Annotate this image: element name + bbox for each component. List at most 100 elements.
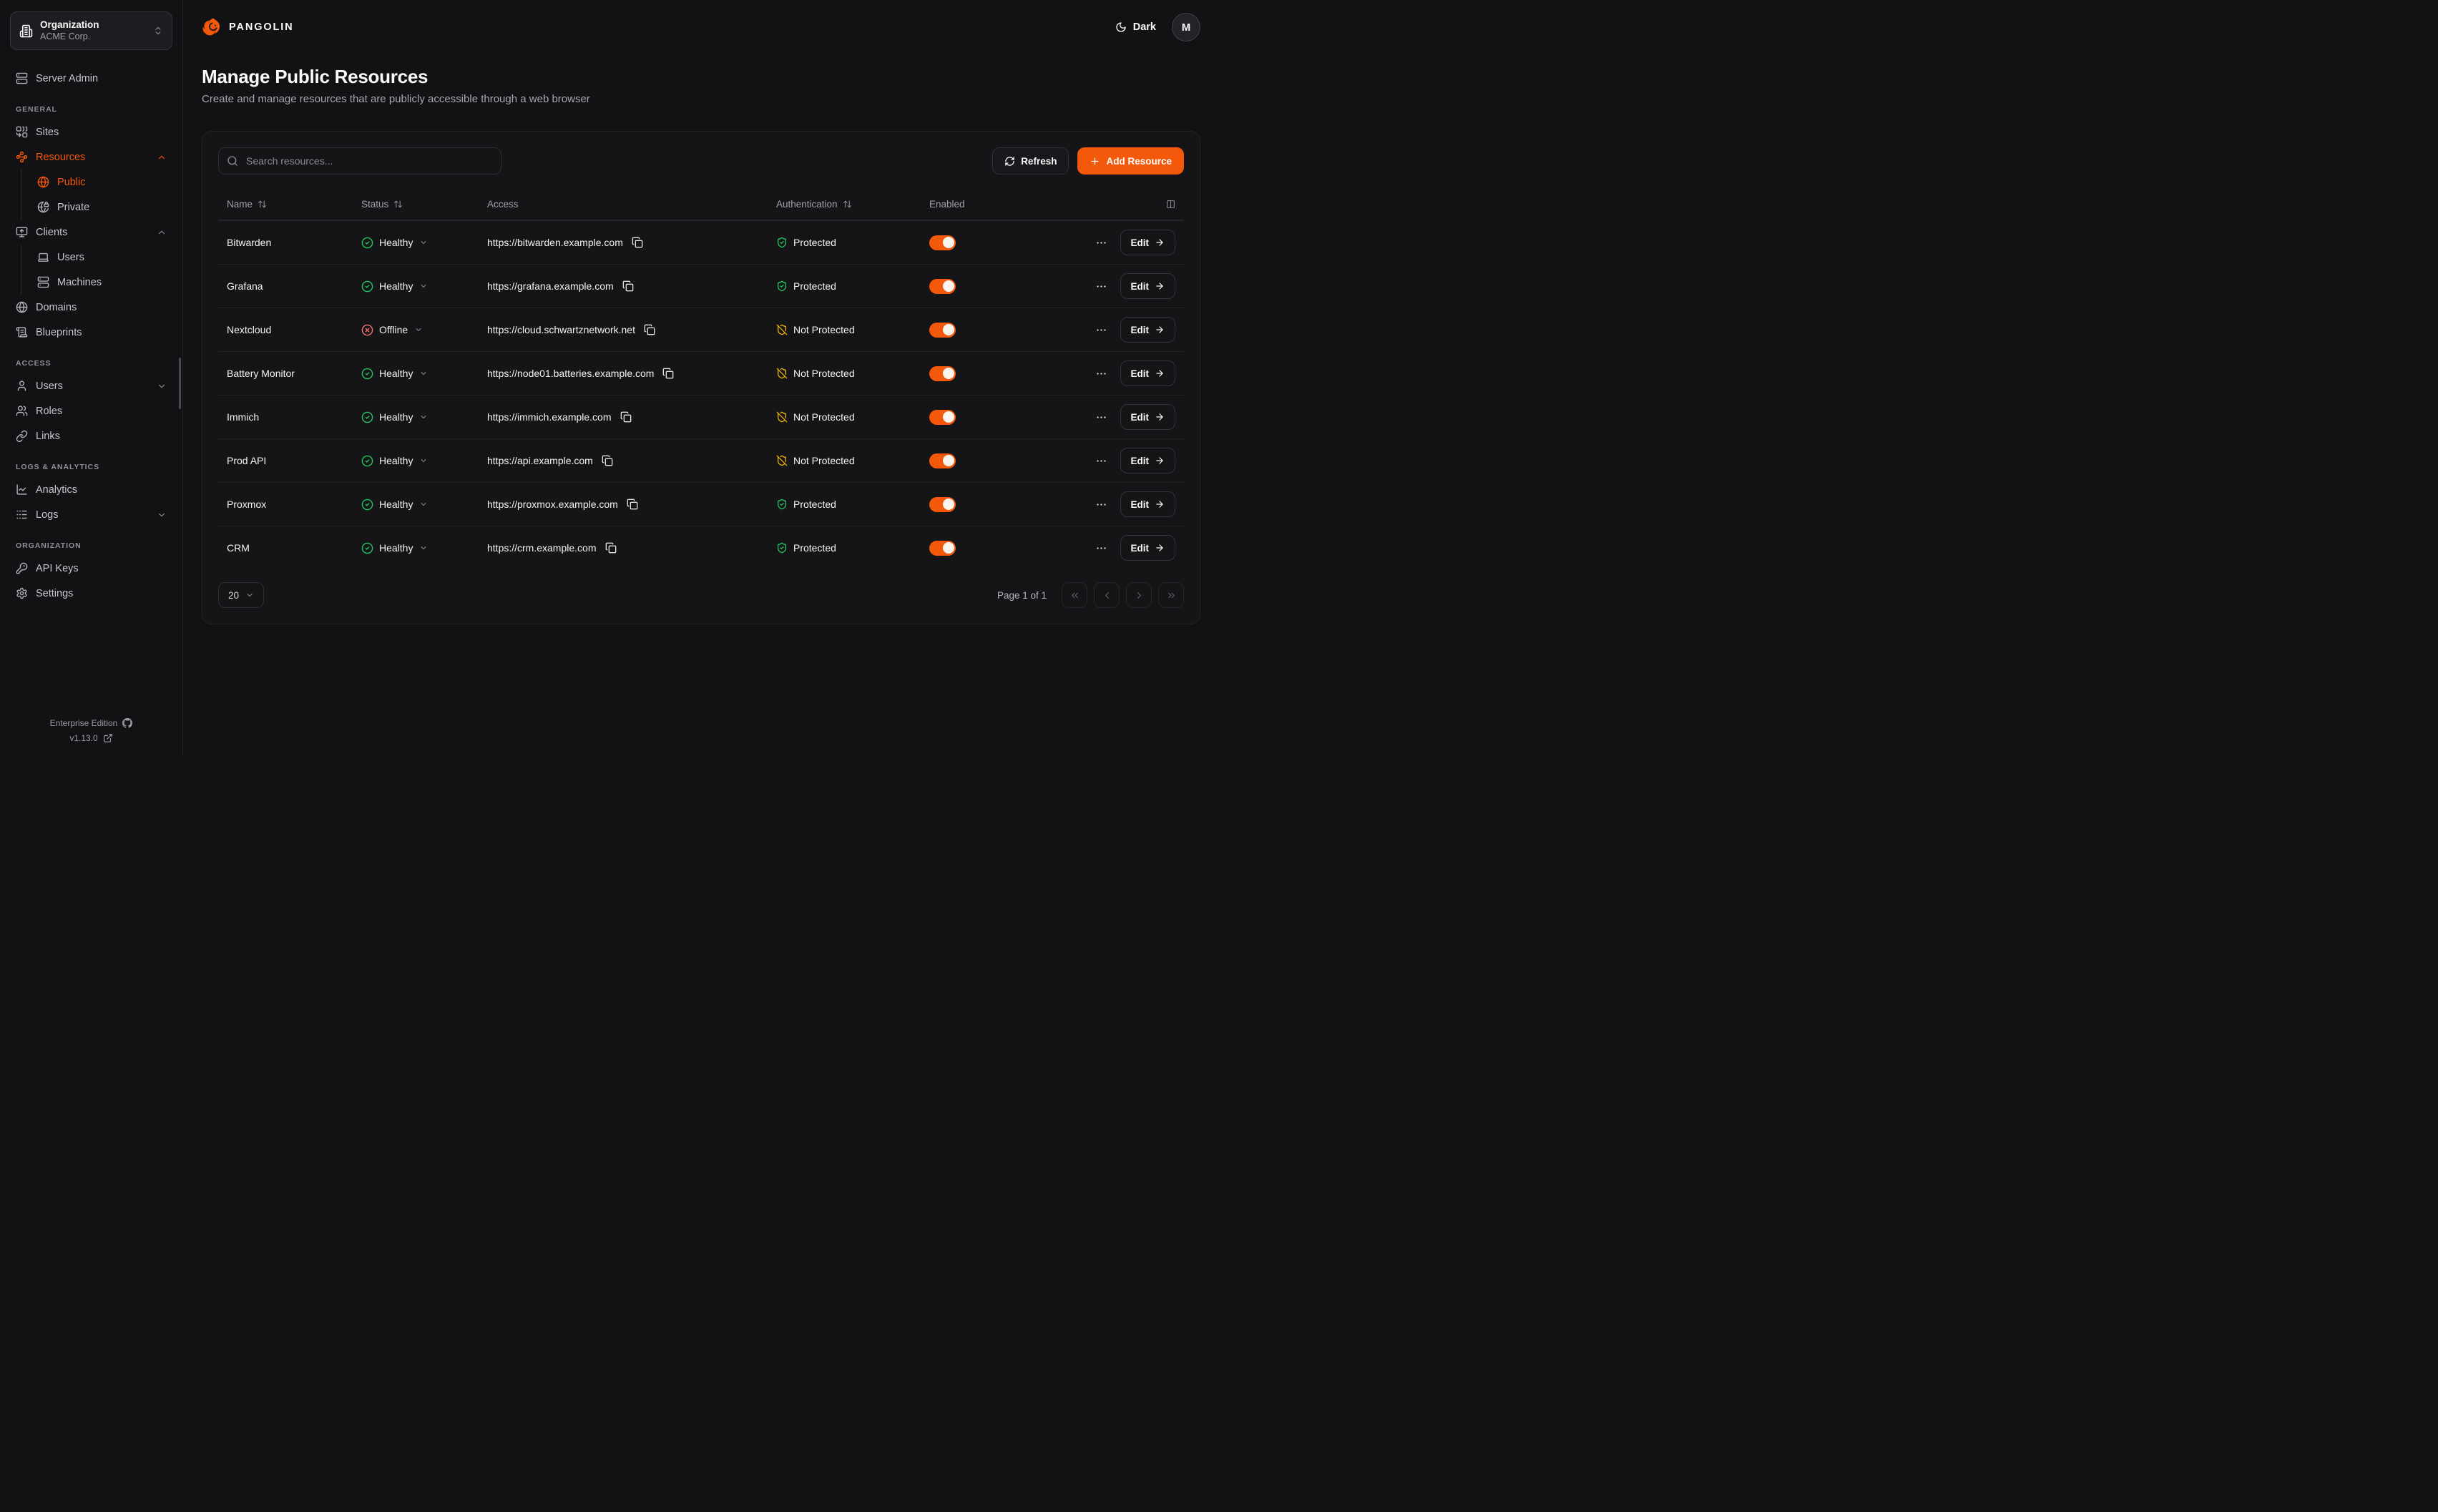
enabled-toggle[interactable] [929,279,956,294]
copy-icon [627,499,638,510]
status-dropdown[interactable]: Healthy [361,368,428,380]
sort-header-authentication[interactable]: Authentication [776,199,929,210]
more-options-button[interactable] [1094,323,1109,338]
resource-url: https://grafana.example.com [487,280,614,292]
brand[interactable]: PANGOLIN [202,17,294,37]
copy-url-button[interactable] [604,541,618,555]
status-dropdown[interactable]: Healthy [361,280,428,293]
status-dropdown[interactable]: Healthy [361,237,428,249]
enabled-toggle[interactable] [929,410,956,425]
copy-url-button[interactable] [642,323,657,337]
sidebar-item-server-admin[interactable]: Server Admin [10,66,172,91]
more-options-button[interactable] [1094,366,1109,381]
sidebar-item-domains[interactable]: Domains [10,295,172,320]
sidebar-item-analytics[interactable]: Analytics [10,477,172,502]
column-visibility-button[interactable] [1166,200,1175,209]
copy-url-button[interactable] [661,366,675,381]
chevron-down-icon [245,591,254,599]
sidebar-item-client-users[interactable]: Users [31,245,172,270]
edit-button[interactable]: Edit [1120,230,1176,255]
edit-button[interactable]: Edit [1120,404,1176,430]
shield-off-icon [776,455,788,466]
copy-url-button[interactable] [630,235,645,250]
more-options-button[interactable] [1094,235,1109,250]
sidebar-item-roles[interactable]: Roles [10,398,172,423]
edit-button[interactable]: Edit [1120,360,1176,386]
sidebar-item-links[interactable]: Links [10,423,172,448]
moon-icon [1115,21,1127,33]
first-page-button[interactable] [1062,582,1087,608]
last-page-button[interactable] [1158,582,1184,608]
chevron-down-icon [419,282,428,290]
sidebar-item-public[interactable]: Public [31,170,172,195]
chevron-down-icon [419,413,428,421]
sidebar-item-settings[interactable]: Settings [10,581,172,606]
arrow-right-icon [1155,499,1165,509]
enabled-toggle[interactable] [929,366,956,381]
auth-status: Protected [776,499,836,510]
enabled-toggle[interactable] [929,323,956,338]
globe-lock-icon [37,201,49,213]
sidebar-item-api-keys[interactable]: API Keys [10,556,172,581]
edit-button[interactable]: Edit [1120,317,1176,343]
edit-button[interactable]: Edit [1120,491,1176,517]
more-options-button[interactable] [1094,453,1109,468]
pager: Page 1 of 1 [997,582,1184,608]
chevron-down-icon [419,369,428,378]
sort-icon [843,200,852,209]
previous-page-button[interactable] [1094,582,1120,608]
enabled-toggle[interactable] [929,453,956,468]
status-dropdown[interactable]: Healthy [361,542,428,554]
sidebar-item-clients[interactable]: Clients [10,220,172,245]
enabled-toggle[interactable] [929,497,956,512]
version-link[interactable]: v1.13.0 [0,733,182,743]
shield-check-icon [776,280,788,292]
copy-url-button[interactable] [600,453,615,468]
sidebar-item-resources[interactable]: Resources [10,144,172,170]
sidebar-item-sites[interactable]: Sites [10,119,172,144]
edition-link[interactable]: Enterprise Edition [0,718,182,728]
status-dropdown[interactable]: Healthy [361,499,428,511]
edit-button[interactable]: Edit [1120,535,1176,561]
copy-url-button[interactable] [619,410,633,424]
chevrons-up-down-icon [153,26,163,36]
more-options-button[interactable] [1094,497,1109,512]
status-dropdown[interactable]: Healthy [361,411,428,423]
search-input[interactable] [218,147,501,175]
sidebar-scrollbar[interactable] [179,358,181,409]
server-icon [37,276,49,288]
sidebar-item-logs[interactable]: Logs [10,502,172,527]
more-options-button[interactable] [1094,410,1109,425]
more-options-button[interactable] [1094,541,1109,556]
edit-button[interactable]: Edit [1120,273,1176,299]
scroll-text-icon [16,326,28,338]
sidebar-item-blueprints[interactable]: Blueprints [10,320,172,345]
auth-status: Protected [776,280,836,292]
avatar[interactable]: M [1172,13,1200,41]
page-subtitle: Create and manage resources that are pub… [202,93,1200,105]
sort-icon [393,200,403,209]
sort-header-name[interactable]: Name [227,199,361,210]
add-resource-button[interactable]: Add Resource [1077,147,1184,175]
copy-url-button[interactable] [625,497,640,511]
refresh-button[interactable]: Refresh [992,147,1069,175]
arrow-right-icon [1155,237,1165,247]
more-options-button[interactable] [1094,279,1109,294]
org-switcher[interactable]: Organization ACME Corp. [10,11,172,50]
sidebar-item-users[interactable]: Users [10,373,172,398]
auth-status: Not Protected [776,455,855,466]
page-size-select[interactable]: 20 [218,582,264,608]
next-page-button[interactable] [1126,582,1152,608]
enabled-toggle[interactable] [929,541,956,556]
theme-toggle-button[interactable]: Dark [1115,21,1156,33]
sidebar-item-private[interactable]: Private [31,195,172,220]
auth-status: Protected [776,237,836,248]
edit-button[interactable]: Edit [1120,448,1176,473]
enabled-toggle[interactable] [929,235,956,250]
status-dropdown[interactable]: Healthy [361,455,428,467]
sidebar-item-machines[interactable]: Machines [31,270,172,295]
copy-url-button[interactable] [621,279,635,293]
status-dropdown[interactable]: Offline [361,324,423,336]
sort-header-status[interactable]: Status [361,199,487,210]
search-icon [227,155,238,167]
